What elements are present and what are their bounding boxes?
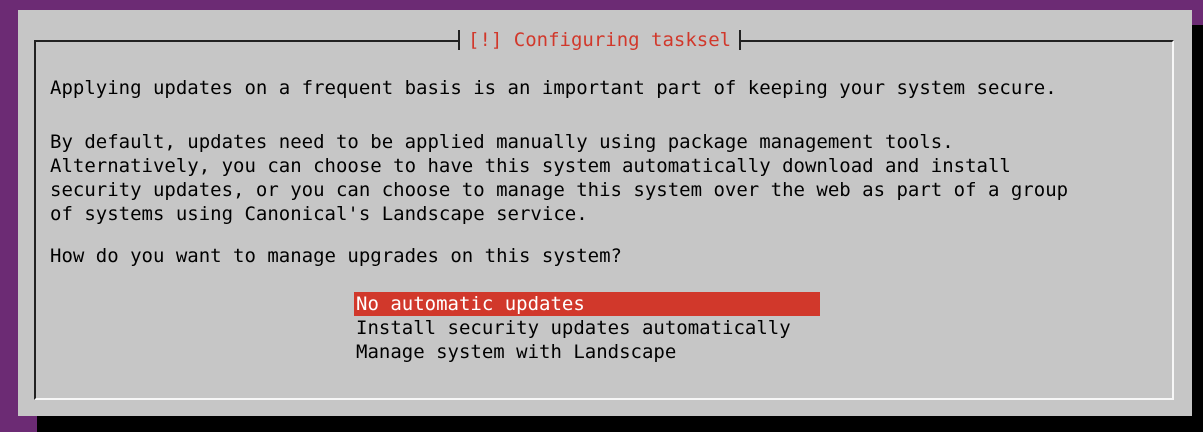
option-manage-with-landscape[interactable]: Manage system with Landscape bbox=[354, 340, 820, 364]
option-no-automatic-updates[interactable]: No automatic updates bbox=[354, 292, 820, 316]
upgrade-options-list: No automatic updates Install security up… bbox=[354, 292, 820, 364]
dialog-title: [!] Configuring tasksel bbox=[458, 26, 742, 54]
tasksel-dialog: [!] Configuring tasksel Applying updates… bbox=[18, 10, 1192, 416]
description-line: Applying updates on a frequent basis is … bbox=[50, 77, 1057, 99]
question-text: How do you want to manage upgrades on th… bbox=[50, 245, 622, 267]
option-install-security-updates[interactable]: Install security updates automatically bbox=[354, 316, 820, 340]
description-paragraph: By default, updates need to be applied m… bbox=[50, 131, 1069, 225]
